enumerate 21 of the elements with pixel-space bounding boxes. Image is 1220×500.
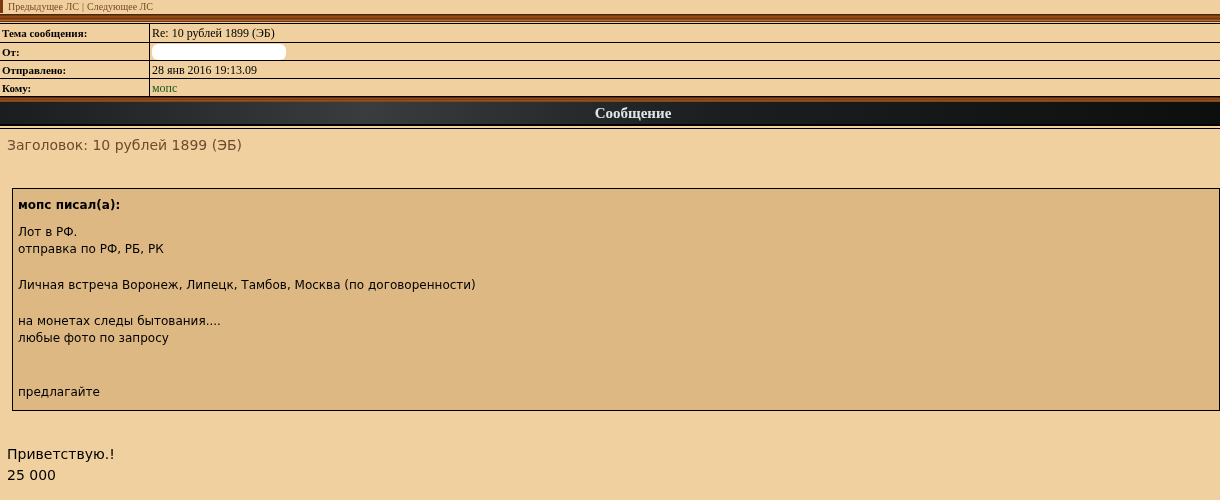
recipient-link[interactable]: мопс [152,78,178,97]
subject-heading: Заголовок: 10 рублей 1899 (ЭБ) [6,136,243,155]
nav-separator: | [81,1,84,12]
header-label: Отправлено: [0,61,150,78]
header-label: Тема сообщения: [0,24,150,42]
message-line: 25 000 [7,466,57,485]
quote-line: Лот в РФ. [18,224,79,241]
nav-link[interactable]: Следующее ЛС [86,1,154,12]
section-title: Сообщение [594,103,672,123]
header-value: Re: 10 рублей 1899 (ЭБ) [152,25,275,42]
nav-link[interactable]: Предыдущее ЛС [8,1,79,12]
quote-line: любые фото по запросу [18,330,170,347]
message-line: Приветствую.! [7,445,116,464]
quote-line: Личная встреча Воронеж, Липецк, Тамбов, Москва (по договоренности) [18,277,477,294]
header-label: Кому: [0,79,150,96]
header-value: 28 янв 2016 19:13.09 [152,61,257,79]
quote-author: мопс писал(а): [18,197,122,214]
quote-line: на монетах следы бытования.... [18,313,222,330]
header-label: От: [0,43,150,60]
quote-line: предлагайте [18,384,101,401]
quote-line: отправка по РФ, РБ, РК [18,241,165,258]
